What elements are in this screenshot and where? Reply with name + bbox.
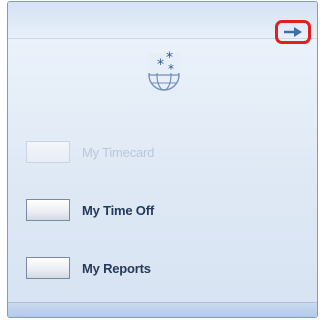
timecard-icon <box>26 141 70 163</box>
arrow-right-icon <box>283 23 303 42</box>
side-panel: * * * My Timecard My Time Off My Reports <box>7 1 318 318</box>
expand-panel-button[interactable] <box>275 20 311 44</box>
nav-item-label: My Time Off <box>82 202 154 218</box>
time-off-icon <box>26 199 70 221</box>
globe-stars-icon: * * * <box>140 45 188 93</box>
nav-item-label: My Timecard <box>82 144 155 160</box>
reports-icon <box>26 257 70 279</box>
panel-footer <box>8 302 317 317</box>
panel-header <box>8 2 317 44</box>
nav-item-label: My Reports <box>82 260 151 276</box>
nav-item-my-time-off[interactable]: My Time Off <box>26 196 154 224</box>
svg-text:*: * <box>168 62 174 76</box>
nav-item-my-reports[interactable]: My Reports <box>26 254 151 282</box>
svg-text:*: * <box>157 57 164 73</box>
nav-item-my-timecard: My Timecard <box>26 138 154 166</box>
